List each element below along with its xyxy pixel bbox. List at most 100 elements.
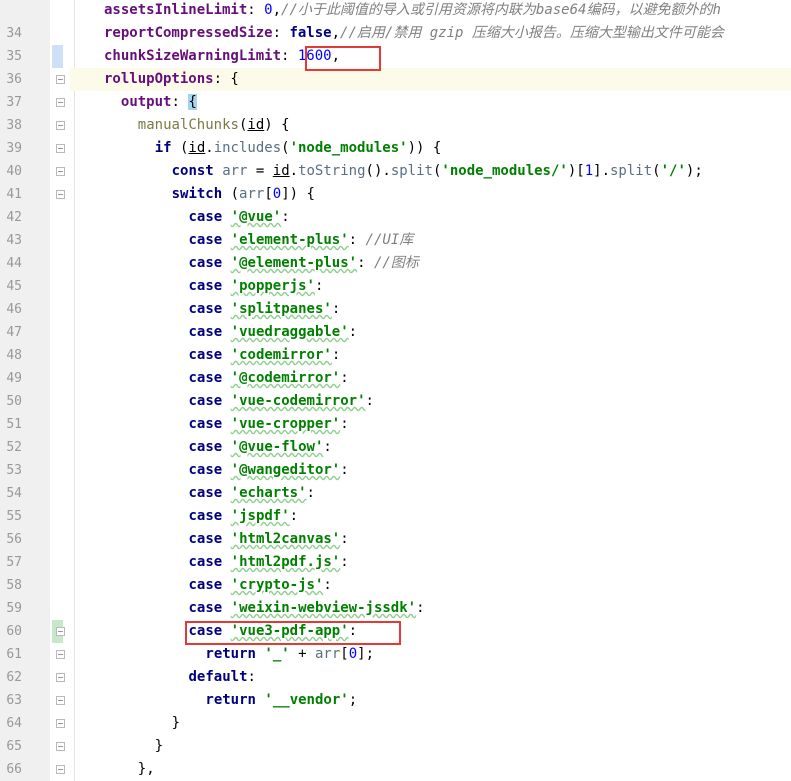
code-token: ( [281, 140, 290, 156]
case-line: case 'html2pdf.js': [189, 551, 349, 574]
code-token: : [272, 25, 290, 41]
line-number: 57 [6, 555, 22, 570]
code-token: ( [652, 163, 661, 179]
line-number: 36 [6, 72, 22, 87]
case-value: '@codemirror' [230, 370, 341, 386]
case-keyword: case [188, 278, 223, 294]
case-line: case 'popperjs': [189, 275, 324, 298]
line-number: 38 [6, 118, 22, 133]
case-value: 'vue-codemirror' [230, 393, 366, 409]
code-line: default: [189, 666, 256, 689]
line-number: 50 [6, 394, 22, 409]
code-token: ( [222, 186, 240, 202]
case-suffix: : [416, 600, 425, 616]
case-suffix: : [281, 209, 290, 225]
fold-toggle-icon[interactable] [56, 719, 65, 728]
code-token: 0 [264, 2, 273, 18]
code-token: output [120, 94, 172, 110]
line-number: 65 [6, 739, 22, 754]
case-line: case 'vue-cropper': [189, 413, 349, 436]
case-value: 'element-plus' [230, 232, 349, 248]
code-line: } [155, 735, 163, 758]
line-number: 56 [6, 532, 22, 547]
fold-toggle-icon[interactable] [56, 650, 65, 659]
code-token: : [247, 669, 256, 685]
line-number: 52 [6, 440, 22, 455]
code-token: , [272, 2, 282, 18]
code-token: : [281, 48, 298, 64]
fold-toggle-icon[interactable] [56, 696, 65, 705]
case-line: case 'element-plus': //UI库 [189, 229, 414, 252]
case-suffix: : [323, 577, 332, 593]
line-number: 37 [6, 95, 22, 110]
case-keyword: case [188, 462, 223, 478]
fold-toggle-icon[interactable] [56, 144, 65, 153]
case-suffix: : [348, 232, 366, 248]
case-line: case '@wangeditor': [189, 459, 349, 482]
code-line: const arr = id.toString().split('node_mo… [172, 160, 703, 183]
case-line: case '@element-plus': //图标 [189, 252, 419, 275]
code-token: ( [171, 140, 189, 156]
code-token: switch [171, 186, 223, 202]
case-keyword: case [188, 508, 223, 524]
code-token: + [289, 646, 315, 662]
line-number: 35 [6, 49, 22, 64]
code-token: chunkSizeWarningLimit [104, 48, 282, 64]
line-number: 42 [6, 210, 22, 225]
fold-toggle-icon[interactable] [56, 98, 65, 107]
code-line: output: { [121, 91, 197, 114]
case-value: 'echarts' [230, 485, 307, 501]
case-keyword: case [188, 209, 223, 225]
case-suffix: : [331, 347, 341, 363]
fold-toggle-icon[interactable] [56, 765, 65, 774]
case-line: case 'weixin-webview-jssdk': [189, 597, 425, 620]
code-line: reportCompressedSize: false,//启用/禁用 gzip… [104, 22, 724, 45]
fold-toggle-icon[interactable] [56, 121, 65, 130]
fold-toggle-icon[interactable] [56, 673, 65, 682]
case-suffix: : [340, 370, 349, 386]
fold-toggle-icon[interactable] [56, 627, 65, 636]
code-token: assetsInlineLimit [104, 2, 248, 18]
code-token: return [205, 692, 256, 708]
code-token: if [154, 140, 172, 156]
case-value: 'html2pdf.js' [230, 554, 341, 570]
line-number: 41 [6, 187, 22, 202]
code-token: 'node_modules' [289, 140, 408, 156]
fold-toggle-icon[interactable] [56, 190, 65, 199]
case-suffix: : [323, 439, 332, 455]
code-token: '_' [264, 646, 290, 662]
code-comment: //小于此阈值的导入或引用资源将内联为base64编码，以避免额外的h [281, 2, 721, 18]
line-number: 39 [6, 141, 22, 156]
code-token: 0 [348, 646, 358, 662]
case-line: case 'vuedraggable': [189, 321, 358, 344]
line-number: 43 [6, 233, 22, 248]
fold-toggle-icon[interactable] [56, 167, 65, 176]
line-number: 63 [6, 693, 22, 708]
code-token: ]; [357, 646, 375, 662]
line-number: 66 [6, 762, 22, 777]
case-value: '@wangeditor' [230, 462, 341, 478]
code-token: const [171, 163, 214, 179]
case-value: 'crypto-js' [230, 577, 324, 593]
code-line: }, [138, 758, 155, 781]
case-keyword: case [188, 393, 223, 409]
line-number: 54 [6, 486, 22, 501]
case-value: '@element-plus' [230, 255, 358, 271]
annotation-box-1600 [305, 46, 381, 71]
fold-toggle-icon[interactable] [56, 742, 65, 751]
case-value: 'weixin-webview-jssdk' [230, 600, 417, 616]
code-comment: //启用/禁用 gzip 压缩大小报告。压缩大型输出文件可能会 [340, 25, 724, 41]
code-token: arr [315, 646, 341, 662]
case-value: 'html2canvas' [230, 531, 341, 547]
code-token: id [247, 117, 265, 133]
code-token: ); [685, 163, 703, 179]
case-suffix: : [348, 324, 358, 340]
code-token: )[ [567, 163, 585, 179]
fold-toggle-icon[interactable] [56, 75, 65, 84]
code-token: default [188, 669, 248, 685]
code-token: includes [213, 140, 282, 156]
indent-guide [74, 0, 75, 781]
case-suffix: : [306, 485, 315, 501]
line-number: 46 [6, 302, 22, 317]
